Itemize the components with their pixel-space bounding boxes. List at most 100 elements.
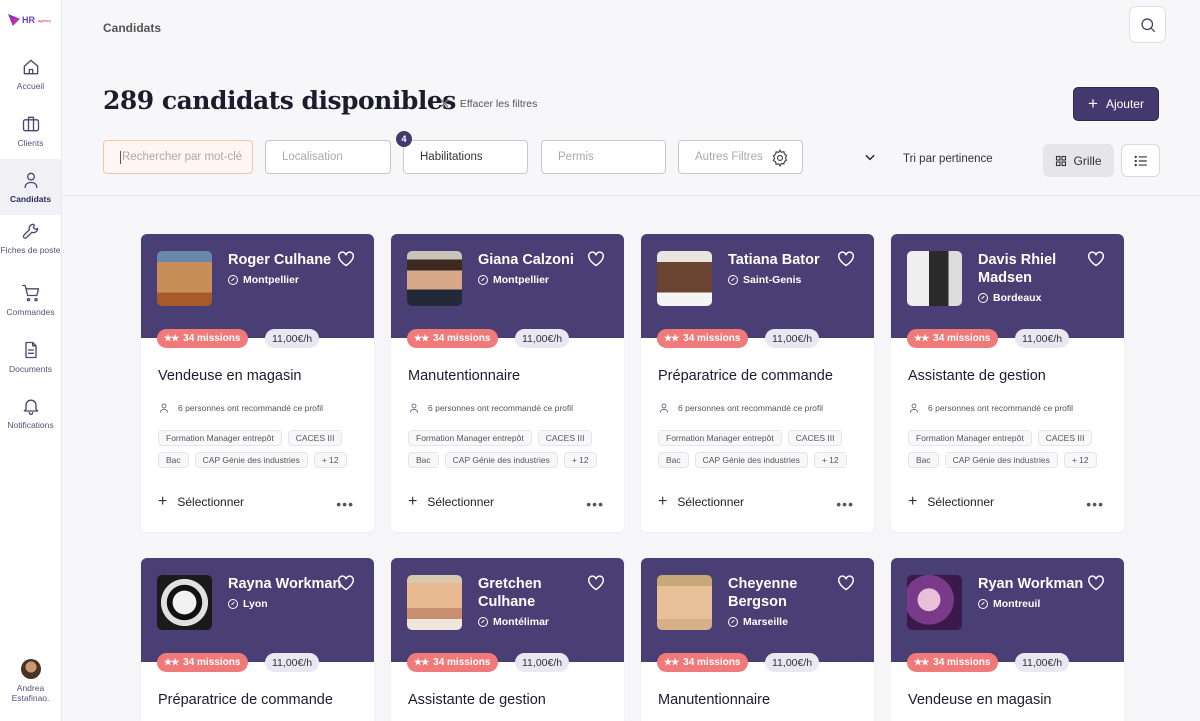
job-title: Vendeuse en magasin xyxy=(158,368,302,384)
stars-icon: ★★ xyxy=(914,333,929,343)
candidate-city: Lyon xyxy=(243,598,268,610)
job-title: Manutentionnaire xyxy=(658,692,771,708)
user-icon xyxy=(410,403,418,413)
wrench-icon xyxy=(22,223,38,239)
candidate-card[interactable]: Rayna Workman Lyon ★★ 34 missions 11,00€/… xyxy=(141,558,374,721)
recommendations-text: 6 personnes ont recommandé ce profil xyxy=(678,403,824,413)
user-icon xyxy=(160,403,168,413)
candidate-city: Saint-Genis xyxy=(743,274,802,286)
candidate-photo xyxy=(907,575,962,630)
briefcase-icon xyxy=(22,116,39,132)
document-icon xyxy=(24,341,37,359)
other-filters-button[interactable]: Autres Filtres xyxy=(678,140,803,174)
tag-more[interactable]: + 12 xyxy=(313,452,347,468)
logo-icon xyxy=(8,14,20,26)
heart-icon[interactable] xyxy=(337,575,355,591)
missions-count: 34 missions xyxy=(183,333,241,344)
recommendations: 6 personnes ont recommandé ce profil xyxy=(158,402,323,414)
sidebar-item-documents[interactable]: Documents xyxy=(0,340,61,396)
missions-badge: ★★ 34 missions xyxy=(657,329,749,348)
plus-icon: + xyxy=(1088,94,1098,113)
sidebar-item-accueil[interactable]: Accueil xyxy=(0,57,61,113)
logo-text: HR xyxy=(22,15,35,25)
candidate-card[interactable]: Gretchen Culhane Montélimar ★★ 34 mission… xyxy=(391,558,624,721)
location-icon xyxy=(478,275,488,285)
sidebar-item-commandes[interactable]: Commandes xyxy=(0,283,61,339)
candidate-card[interactable]: Tatiana Bator Saint-Genis ★★ 34 missions … xyxy=(641,234,874,532)
location-icon xyxy=(478,617,488,627)
app-logo[interactable]: HR agency xyxy=(8,14,51,26)
sidebar: HR agency Accueil Clients Candidats Fich… xyxy=(0,0,62,721)
sidebar-item-label: Clients xyxy=(17,138,44,148)
sidebar-item-label: Commandes xyxy=(6,307,55,317)
missions-badge: ★★ 34 missions xyxy=(907,329,999,348)
candidate-photo xyxy=(157,251,212,306)
stars-icon: ★★ xyxy=(414,333,429,343)
heart-icon[interactable] xyxy=(837,575,855,591)
tag: Bac xyxy=(408,452,439,468)
chevron-down-icon[interactable] xyxy=(863,150,877,164)
permis-field[interactable]: Permis xyxy=(541,140,666,174)
clear-filters-button[interactable]: ✕ Effacer les filtres xyxy=(439,96,537,112)
tag-more[interactable]: + 12 xyxy=(563,452,597,468)
tag: CACES III xyxy=(787,430,843,446)
search-button[interactable] xyxy=(1129,6,1166,43)
bell-icon xyxy=(23,399,38,415)
more-options-icon[interactable]: ••• xyxy=(586,496,604,512)
location-icon xyxy=(228,599,238,609)
grid-view-button[interactable]: Grille xyxy=(1043,144,1114,177)
add-button[interactable]: + Ajouter xyxy=(1073,87,1159,121)
clear-filters-label: Effacer les filtres xyxy=(459,98,538,110)
select-label: Sélectionner xyxy=(177,495,245,509)
hourly-rate-badge: 11,00€/h xyxy=(265,653,320,672)
user-icon xyxy=(660,403,668,413)
heart-icon[interactable] xyxy=(587,251,605,267)
heart-icon[interactable] xyxy=(837,251,855,267)
more-options-icon[interactable]: ••• xyxy=(836,496,854,512)
missions-count: 34 missions xyxy=(183,657,241,668)
heart-icon[interactable] xyxy=(587,575,605,591)
card-header: Tatiana Bator Saint-Genis xyxy=(641,234,874,338)
habilitations-field[interactable]: Habilitations xyxy=(403,140,528,174)
candidate-location: Montreuil xyxy=(978,598,1040,610)
tag-more[interactable]: + 12 xyxy=(813,452,847,468)
location-field[interactable]: Localisation xyxy=(265,140,391,174)
candidate-card[interactable]: Giana Calzoni Montpellier ★★ 34 missions … xyxy=(391,234,624,532)
habilitations-value: Habilitations xyxy=(420,151,483,163)
select-button[interactable]: + Sélectionner xyxy=(908,494,994,510)
more-options-icon[interactable]: ••• xyxy=(336,496,354,512)
sidebar-item-candidats[interactable]: Candidats xyxy=(0,159,61,215)
more-options-icon[interactable]: ••• xyxy=(1086,496,1104,512)
user-profile[interactable]: Andrea Estafinao. xyxy=(0,659,61,703)
missions-count: 34 missions xyxy=(933,333,991,344)
card-header: Cheyenne Bergson Marseille xyxy=(641,558,874,662)
candidate-photo xyxy=(907,251,962,306)
candidate-card[interactable]: Cheyenne Bergson Marseille ★★ 34 missions… xyxy=(641,558,874,721)
candidate-name: Cheyenne Bergson xyxy=(728,576,798,610)
select-button[interactable]: + Sélectionner xyxy=(408,494,494,510)
card-header: Davis Rhiel Madsen Bordeaux xyxy=(891,234,1124,338)
candidate-card[interactable]: Ryan Workman Montreuil ★★ 34 missions 11,… xyxy=(891,558,1124,721)
user-icon xyxy=(910,403,918,413)
card-header: Ryan Workman Montreuil xyxy=(891,558,1124,662)
candidate-card[interactable]: Davis Rhiel Madsen Bordeaux ★★ 34 mission… xyxy=(891,234,1124,532)
select-button[interactable]: + Sélectionner xyxy=(158,494,245,510)
logo-subtext: agency xyxy=(38,17,51,23)
sidebar-item-notifications[interactable]: Notifications xyxy=(0,396,61,452)
sidebar-item-fiches-de-poste[interactable]: Fiches de poste xyxy=(0,221,61,277)
missions-count: 34 missions xyxy=(433,657,491,668)
heart-icon[interactable] xyxy=(337,251,355,267)
keyword-search-input[interactable]: Rechercher par mot-clé xyxy=(103,140,253,174)
list-view-button[interactable] xyxy=(1121,144,1160,177)
candidate-location: Lyon xyxy=(228,598,268,610)
heart-icon[interactable] xyxy=(1087,575,1105,591)
breadcrumb[interactable]: Candidats xyxy=(103,21,161,35)
candidate-card[interactable]: Roger Culhane Montpellier ★★ 34 missions … xyxy=(141,234,374,532)
hourly-rate-badge: 11,00€/h xyxy=(1015,653,1070,672)
job-title: Préparatrice de commande xyxy=(158,692,333,708)
heart-icon[interactable] xyxy=(1087,251,1105,267)
tag-more[interactable]: + 12 xyxy=(1063,452,1097,468)
hourly-rate-badge: 11,00€/h xyxy=(765,653,820,672)
sort-select[interactable]: Tri par pertinence xyxy=(903,153,993,165)
select-button[interactable]: + Sélectionner xyxy=(658,494,744,510)
